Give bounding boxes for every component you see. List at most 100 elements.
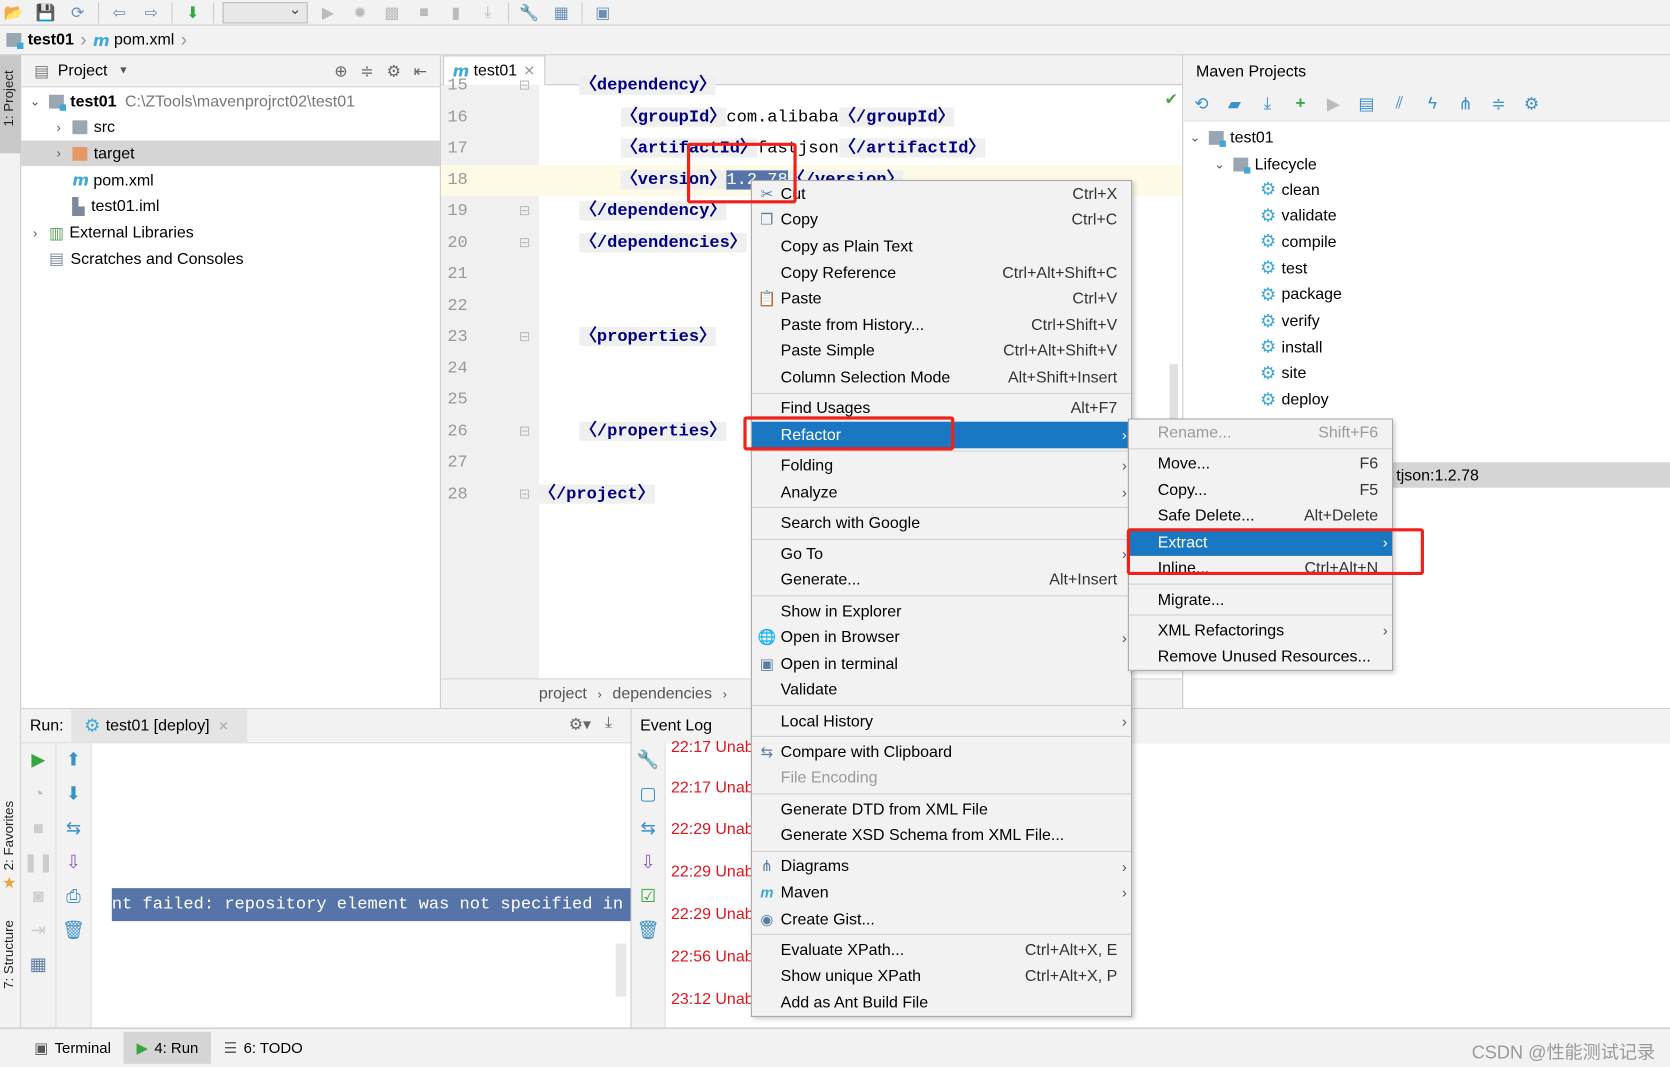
menu-item-inline[interactable]: Inline... Ctrl+Alt+N (1129, 555, 1392, 581)
run-tab[interactable]: ⚙ test01 [deploy] ✕ (71, 709, 248, 743)
trash-icon[interactable]: 🗑 (62, 920, 85, 941)
balloon-icon[interactable]: ▢ (640, 784, 657, 805)
menu-item-search-with-google[interactable]: Search with Google (752, 510, 1131, 536)
menu-item-show-unique-xpath[interactable]: Show unique XPath Ctrl+Alt+X, P (752, 963, 1131, 989)
menu-item-folding[interactable]: Folding › (752, 453, 1131, 479)
fold-marker-icon[interactable]: ⊟ (519, 416, 531, 447)
nav-project[interactable]: test01 (28, 31, 74, 49)
debug-icon[interactable]: ✹ (348, 2, 371, 23)
console-selected-line[interactable]: nt failed: repository element was not sp… (111, 888, 631, 922)
menu-item-copy-as-plain-text[interactable]: Copy as Plain Text (752, 233, 1131, 259)
pause-icon[interactable]: ❚❚ (23, 852, 53, 873)
menu-item-copy-reference[interactable]: Copy Reference Ctrl+Alt+Shift+C (752, 260, 1131, 286)
add-icon[interactable]: + (1289, 94, 1312, 113)
download-icon[interactable]: ⤓ (476, 2, 499, 23)
lifecycle-node[interactable]: ⌄ Lifecycle (1183, 151, 1670, 177)
hide-icon[interactable]: ⇤ (414, 62, 440, 80)
chevron-right-icon[interactable]: › (28, 225, 43, 240)
menu-item-local-history[interactable]: Local History › (752, 708, 1131, 734)
forward-icon[interactable]: ⇨ (140, 2, 163, 23)
attach-icon[interactable]: ▮ (444, 2, 467, 23)
back-icon[interactable]: ⇦ (108, 2, 131, 23)
maven-project-node[interactable]: ⌄ test01 (1183, 125, 1670, 151)
tree-item-test01[interactable]: ⌄ test01 C:\ZTools\mavenprojrct02\test01 (21, 88, 440, 114)
nav-file[interactable]: pom.xml (114, 31, 174, 49)
chevron-down-icon[interactable]: ⌄ (1212, 157, 1227, 172)
menu-item-open-in-browser[interactable]: 🌐 Open in Browser › (752, 625, 1131, 651)
menu-item-generate-dtd-from-xml-file[interactable]: Generate DTD from XML File (752, 796, 1131, 822)
build-icon[interactable]: ⬇ (181, 2, 204, 23)
scroll-to-end-icon[interactable]: ⇩ (66, 852, 81, 873)
breadcrumb-dependencies[interactable]: dependencies (612, 685, 711, 703)
collapse-icon[interactable]: ≑ (1487, 93, 1510, 114)
menu-item-column-selection-mode[interactable]: Column Selection Mode Alt+Shift+Insert (752, 364, 1131, 390)
chevron-right-icon[interactable]: › (51, 146, 66, 161)
generate-sources-icon[interactable]: ▰ (1223, 93, 1246, 114)
download-icon[interactable]: ⤓ (1256, 94, 1279, 113)
menu-item-show-in-explorer[interactable]: Show in Explorer (752, 598, 1131, 624)
panel-actions[interactable]: ⊕≑⚙⇤ (334, 61, 440, 80)
menu-item-open-in-terminal[interactable]: ▣ Open in terminal (752, 651, 1131, 677)
menu-item-evaluate-xpath[interactable]: Evaluate XPath... Ctrl+Alt+X, E (752, 937, 1131, 963)
run-config-dropdown[interactable] (222, 0, 308, 23)
tree-item-target[interactable]: › target (21, 140, 440, 167)
run-icon[interactable]: ▶ (316, 2, 339, 23)
chevron-down-icon[interactable]: ⌄ (28, 94, 43, 109)
maven-goal-package[interactable]: ⚙ package (1183, 282, 1670, 308)
coverage-icon[interactable]: ▩ (380, 2, 403, 23)
event-log-entry[interactable]: 23:12 Unab (671, 990, 754, 1008)
stop-icon[interactable]: ■ (33, 818, 44, 839)
menu-item-go-to[interactable]: Go To › (752, 541, 1131, 567)
fold-marker-icon[interactable]: ⊟ (519, 479, 531, 510)
menu-item-generate[interactable]: Generate... Alt+Insert (752, 567, 1131, 593)
settings-icon[interactable]: ⚙ (1520, 93, 1543, 114)
mark-read-icon[interactable]: ☑ (640, 886, 656, 907)
menu-item-validate[interactable]: Validate (752, 677, 1131, 703)
chevron-down-icon[interactable]: ▼ (118, 65, 129, 77)
fold-marker-icon[interactable]: ⊟ (519, 322, 531, 353)
menu-item-migrate[interactable]: Migrate... (1129, 586, 1392, 612)
save-icon[interactable]: 💾 (34, 2, 57, 23)
gear-icon[interactable]: ⚙▾ (569, 715, 591, 734)
menu-item-add-as-ant-build-file[interactable]: Add as Ant Build File (752, 989, 1131, 1015)
maven-goal-validate[interactable]: ⚙ validate (1183, 203, 1670, 229)
camera-icon[interactable]: ◙ (33, 886, 44, 907)
event-log-entry[interactable]: 22:29 Unab (671, 863, 754, 881)
maven-goal-clean[interactable]: ⚙ clean (1183, 177, 1670, 203)
sdk-icon[interactable]: ▣ (591, 2, 614, 23)
menu-item-generate-xsd-schema-from-xml-file[interactable]: Generate XSD Schema from XML File... (752, 823, 1131, 849)
menu-item-compare-with-clipboard[interactable]: ⇆ Compare with Clipboard (752, 739, 1131, 765)
fold-marker-icon[interactable]: ⊟ (519, 227, 531, 258)
scroll-to-end-icon[interactable]: ⇩ (640, 852, 655, 873)
chevron-down-icon[interactable]: ⌄ (1188, 130, 1203, 145)
tool-tab-4-run[interactable]: ▶ 4: Run (123, 1031, 212, 1064)
event-log-entry[interactable]: 22:56 Unab (671, 948, 754, 966)
tree-item-scratches-and-consoles[interactable]: ▤ Scratches and Consoles (21, 246, 440, 272)
menu-item-remove-unused-resources[interactable]: Remove Unused Resources... (1129, 644, 1392, 670)
soft-wrap-icon[interactable]: ⇆ (66, 818, 81, 839)
chevron-right-icon[interactable]: › (51, 120, 66, 135)
arrow-down-icon[interactable]: ⬇ (66, 784, 81, 805)
tree-item-external-libraries[interactable]: › ▥ External Libraries (21, 220, 440, 246)
tree-item-src[interactable]: › src (21, 115, 440, 141)
menu-item-refactor[interactable]: Refactor › (751, 421, 1132, 448)
favorites-tool-button[interactable]: 2: Favorites (1, 801, 16, 871)
gear-icon[interactable]: ⚙ (387, 62, 414, 80)
event-log-entry[interactable]: 22:29 Unab (671, 905, 754, 923)
execute-goal-icon[interactable]: ▤ (1355, 93, 1378, 114)
locate-icon[interactable]: ⊕ (334, 62, 360, 80)
menu-item-xml-refactorings[interactable]: XML Refactorings › (1129, 618, 1392, 644)
maven-goal-compile[interactable]: ⚙ compile (1183, 229, 1670, 255)
maven-goal-verify[interactable]: ⚙ verify (1183, 308, 1670, 334)
maven-goal-site[interactable]: ⚙ site (1183, 361, 1670, 387)
menu-item-copy[interactable]: ❐ Copy Ctrl+C (752, 207, 1131, 233)
collapse-all-icon[interactable]: ≑ (360, 62, 386, 80)
fold-marker-icon[interactable]: ⊟ (519, 70, 531, 101)
tool-tab-6-todo[interactable]: ☰ 6: TODO (211, 1032, 315, 1064)
sync-icon[interactable]: ⟳ (66, 2, 89, 23)
menu-item-safe-delete[interactable]: Safe Delete... Alt+Delete (1129, 503, 1392, 529)
menu-item-maven[interactable]: m Maven › (752, 880, 1131, 906)
menu-item-extract[interactable]: Extract › (1128, 529, 1393, 556)
tool-tab-terminal[interactable]: ▣ Terminal (21, 1032, 123, 1064)
maven-goal-deploy[interactable]: ⚙ deploy (1183, 387, 1670, 413)
